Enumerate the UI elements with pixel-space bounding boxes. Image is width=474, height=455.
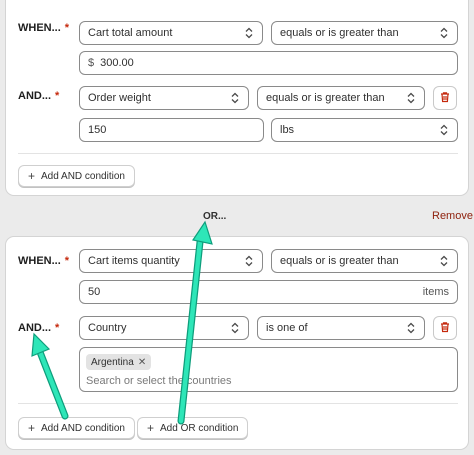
plus-icon: + bbox=[28, 421, 36, 435]
chevron-up-down-icon bbox=[406, 321, 416, 335]
add-and-condition-button[interactable]: + Add AND condition bbox=[18, 165, 135, 187]
country-search-input[interactable]: Search or select the countries bbox=[86, 375, 232, 387]
country-multiselect[interactable]: Argentina ✕ Search or select the countri… bbox=[79, 347, 458, 392]
chevron-up-down-icon bbox=[439, 254, 449, 268]
required-mark: * bbox=[64, 22, 70, 34]
remove-group-link[interactable]: Remove bbox=[432, 210, 473, 222]
required-mark: * bbox=[55, 322, 60, 334]
add-or-condition-button[interactable]: + Add OR condition bbox=[137, 417, 249, 439]
chevron-up-down-icon bbox=[406, 91, 416, 105]
condition-value-input[interactable]: $ 300.00 bbox=[79, 51, 458, 75]
condition-operator-select[interactable]: equals or is greater than bbox=[271, 249, 458, 273]
trash-icon bbox=[439, 91, 451, 106]
country-tag: Argentina ✕ bbox=[86, 354, 152, 370]
condition-group-2: WHEN... * Cart items quantity equals or i… bbox=[5, 236, 469, 450]
when-label: WHEN... * bbox=[18, 255, 70, 267]
condition-value-input[interactable]: 150 bbox=[79, 118, 264, 142]
unit-select[interactable]: lbs bbox=[271, 118, 458, 142]
chevron-up-down-icon bbox=[439, 26, 449, 40]
required-mark: * bbox=[55, 90, 60, 102]
trash-icon bbox=[439, 321, 451, 336]
condition-field-select[interactable]: Country bbox=[79, 316, 249, 340]
divider bbox=[18, 403, 458, 404]
chevron-up-down-icon bbox=[439, 123, 449, 137]
chevron-up-down-icon bbox=[244, 254, 254, 268]
condition-operator-select[interactable]: equals or is greater than bbox=[257, 86, 425, 110]
required-mark: * bbox=[64, 255, 70, 267]
divider bbox=[18, 153, 458, 154]
and-label: AND... * bbox=[18, 90, 60, 102]
chevron-up-down-icon bbox=[244, 26, 254, 40]
chevron-up-down-icon bbox=[230, 91, 240, 105]
add-and-condition-button[interactable]: + Add AND condition bbox=[18, 417, 135, 439]
chevron-up-down-icon bbox=[230, 321, 240, 335]
condition-operator-select[interactable]: equals or is greater than bbox=[271, 21, 458, 45]
close-icon[interactable]: ✕ bbox=[138, 357, 146, 368]
condition-field-select[interactable]: Order weight bbox=[79, 86, 249, 110]
condition-field-select[interactable]: Cart total amount bbox=[79, 21, 263, 45]
condition-operator-select[interactable]: is one of bbox=[257, 316, 425, 340]
delete-condition-button[interactable] bbox=[433, 86, 457, 110]
plus-icon: + bbox=[147, 421, 155, 435]
when-label: WHEN... * bbox=[18, 22, 70, 34]
and-label: AND... * bbox=[18, 322, 60, 334]
or-separator: OR... bbox=[203, 211, 227, 222]
condition-value-input[interactable]: 50 items bbox=[79, 280, 458, 304]
condition-group-1: WHEN... * Cart total amount equals or is … bbox=[5, 0, 469, 196]
delete-condition-button[interactable] bbox=[433, 316, 457, 340]
plus-icon: + bbox=[28, 169, 36, 183]
condition-field-select[interactable]: Cart items quantity bbox=[79, 249, 263, 273]
